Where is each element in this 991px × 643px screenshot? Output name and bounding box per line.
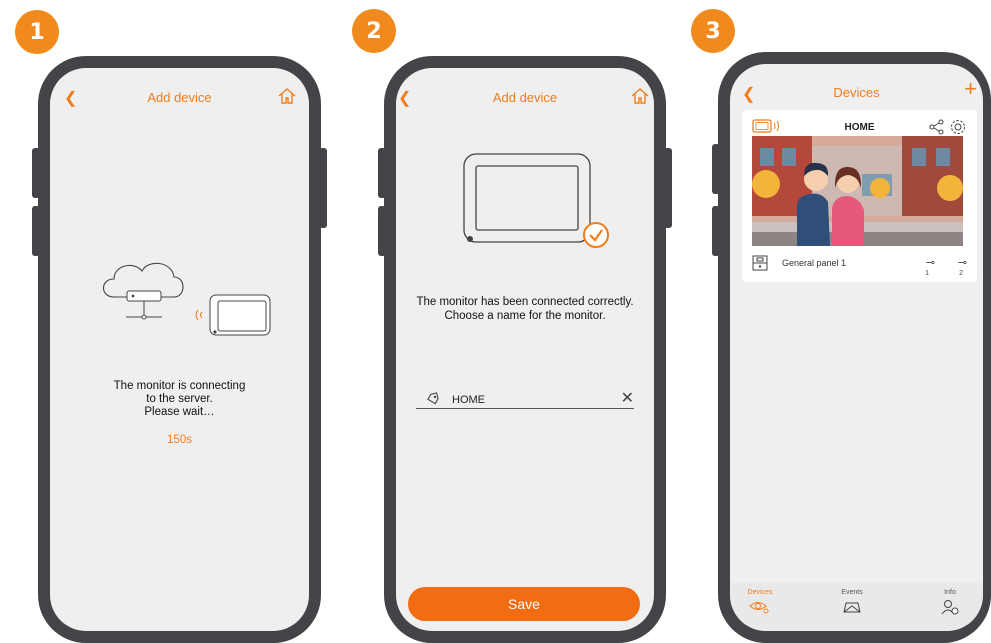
tag-icon [427,392,439,405]
save-button[interactable]: Save [408,587,640,621]
nav-devices[interactable]: Devices [730,589,790,617]
connecting-message-line1: The monitor is connecting [113,380,246,392]
input-underline [416,408,634,409]
monitor-name-input[interactable]: HOME [452,394,485,406]
camera-preview-image [752,136,963,246]
screen-1: ❮ Add device The monitor is connecting t… [50,68,309,631]
nav-info[interactable]: Info [920,589,980,617]
step-badge-3: 3 [691,9,735,53]
monitor-connected-illustration [463,153,609,248]
home-icon[interactable] [277,86,297,106]
share-icon[interactable] [929,119,945,135]
page-title: Devices [833,85,880,100]
lock-1-label: 1 [925,270,929,277]
phone-3: ❮ Devices + HOME General panel 1 ⊸ 1 ⊸ 2… [712,52,991,643]
step-badge-2: 2 [352,9,396,53]
connecting-message-line3: Please wait… [144,406,215,418]
countdown-timer: 150s [167,434,192,446]
connecting-message-line2: to the server. [146,393,213,405]
eye-user-icon [749,602,769,614]
home-icon[interactable] [630,86,650,106]
page-title: Add device [492,90,558,105]
connected-message-line2: Choose a name for the monitor. [444,310,606,322]
connected-message-line1: The monitor has been connected correctly… [416,296,634,308]
phone-2: ❮ Add device The monitor has been connec… [378,56,672,643]
lock-2-key-icon[interactable]: ⊸ [958,256,967,269]
envelope-icon [843,602,861,613]
add-device-button[interactable]: + [964,78,977,100]
clear-input-icon[interactable]: ✕ [621,388,634,408]
panel-label: General panel 1 [782,258,847,268]
lock-1-key-icon[interactable]: ⊸ [926,256,935,269]
panel-icon [752,255,768,271]
bottom-nav: Devices Events Info [730,583,983,631]
user-info-icon [941,600,959,615]
screen-3: ❮ Devices + HOME General panel 1 ⊸ 1 ⊸ 2… [730,64,983,631]
gear-icon[interactable] [949,118,967,136]
phone-1: ❮ Add device The monitor is connecting t… [32,56,327,643]
lock-2-label: 2 [959,270,963,277]
nav-events[interactable]: Events [822,589,882,617]
device-card[interactable]: HOME General panel 1 ⊸ 1 ⊸ 2 [742,110,977,282]
screen-2: ❮ Add device The monitor has been connec… [396,68,654,631]
page-title: Add device [147,90,212,105]
step-badge-1: 1 [15,10,59,54]
cloud-connecting-illustration [102,262,271,336]
